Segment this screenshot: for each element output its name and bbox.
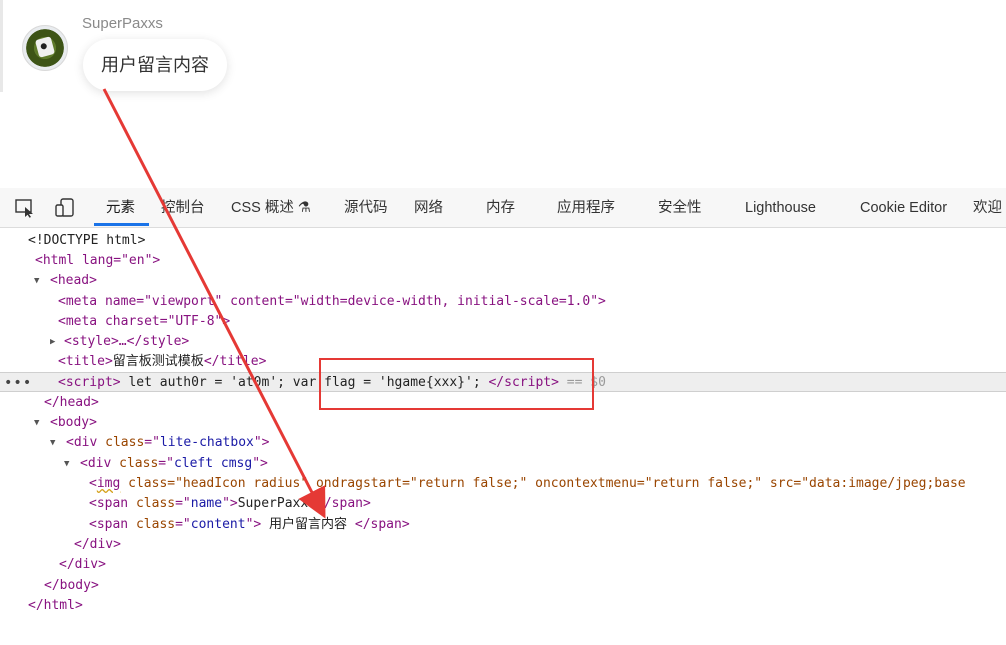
active-tab-indicator — [94, 223, 149, 226]
chat-message-bubble: 用户留言内容 — [83, 39, 227, 91]
span-name-tag: <span class="name">SuperPaxxs</span> — [89, 496, 371, 511]
dom-node-html-close[interactable]: </html> — [0, 596, 1006, 616]
script-content: let auth0r = 'at0m'; var flag = 'hgame{x… — [120, 375, 489, 390]
tab-memory[interactable]: 内存 — [486, 188, 515, 228]
tab-sources[interactable]: 源代码 — [344, 188, 388, 228]
tab-security[interactable]: 安全性 — [658, 188, 702, 228]
selected-node-marker: == $0 — [566, 375, 606, 390]
tab-application[interactable]: 应用程序 — [557, 188, 615, 228]
chat-username: SuperPaxxs — [82, 15, 163, 32]
dom-node-div-close[interactable]: </div> — [0, 535, 1006, 555]
html-open-tag: <html lang="en"> — [35, 253, 161, 268]
avatar — [22, 25, 68, 71]
tab-css-overview[interactable]: CSS 概述 ⚗ — [231, 188, 311, 228]
devtools-panel: 元素 控制台 CSS 概述 ⚗ 源代码 网络 内存 应用程序 安全性 Light… — [0, 188, 1006, 645]
dom-node-script-selected[interactable]: ••• <script> let auth0r = 'at0m'; var fl… — [0, 372, 1006, 392]
dom-node-span-content[interactable]: <span class="content"> 用户留言内容 </span> — [0, 515, 1006, 535]
span-content-class: content — [190, 517, 246, 532]
html-close-tag: </html> — [28, 598, 83, 613]
dom-node-body[interactable]: ▼ <body> — [0, 413, 1006, 433]
img-attributes: class="headIcon radius" ondragstart="ret… — [128, 476, 966, 491]
meta-viewport-tag: <meta name="viewport" content="width=dev… — [58, 294, 606, 309]
tab-welcome[interactable]: 欢迎 — [973, 188, 1002, 228]
tab-console[interactable]: 控制台 — [161, 188, 205, 228]
expand-triangle-icon[interactable]: ▼ — [64, 454, 74, 474]
tab-cookie-editor[interactable]: Cookie Editor — [860, 188, 947, 228]
chat-preview: SuperPaxxs 用户留言内容 — [0, 0, 1006, 190]
dom-node-meta-viewport[interactable]: <meta name="viewport" content="width=dev… — [0, 292, 1006, 312]
span-content-tag: <span class="content"> 用户留言内容 </span> — [89, 517, 410, 532]
dom-node-img[interactable]: <img class="headIcon radius" ondragstart… — [0, 474, 1006, 494]
title-text: 留言板测试模板 — [112, 354, 204, 369]
dom-node-div-close[interactable]: </div> — [0, 555, 1006, 575]
div-cleft-tag: <div class="cleft cmsg"> — [80, 456, 268, 471]
span-content-text: 用户留言内容 — [261, 517, 355, 532]
div-chatbox-class: lite-chatbox — [159, 435, 254, 450]
dom-node-div-cleft[interactable]: ▼ <div class="cleft cmsg"> — [0, 454, 1006, 474]
head-close-tag: </head> — [44, 395, 99, 410]
div-cleft-class: cleft cmsg — [173, 456, 253, 471]
tab-elements[interactable]: 元素 — [106, 188, 135, 228]
more-options-icon[interactable]: ••• — [4, 373, 32, 393]
div-close-tag: </div> — [74, 537, 121, 552]
style-tag: <style>…</style> — [64, 334, 190, 349]
tab-network[interactable]: 网络 — [414, 188, 443, 228]
expand-triangle-icon[interactable]: ▼ — [34, 413, 44, 433]
span-name-text: SuperPaxxs — [237, 496, 317, 511]
dom-node-head[interactable]: ▼ <head> — [0, 271, 1006, 291]
inspect-element-icon[interactable] — [14, 197, 36, 219]
body-open-tag: <body> — [50, 415, 97, 430]
script-element: <script> let auth0r = 'at0m'; var flag =… — [58, 375, 606, 390]
collapse-triangle-icon[interactable]: ▶ — [50, 332, 60, 352]
doctype-text: <!DOCTYPE html> — [28, 233, 146, 248]
body-close-tag: </body> — [44, 578, 99, 593]
device-toolbar-icon[interactable] — [54, 197, 76, 219]
div-chatbox-tag: <div class="lite-chatbox"> — [66, 435, 270, 450]
span-name-class: name — [190, 496, 223, 511]
dom-node-html[interactable]: <html lang="en"> — [0, 251, 1006, 271]
dom-node-head-close[interactable]: </head> — [0, 393, 1006, 413]
img-tag: <img class="headIcon radius" ondragstart… — [89, 476, 966, 491]
meta-charset-tag: <meta charset="UTF-8"> — [58, 314, 231, 329]
dom-tree: <!DOCTYPE html> <html lang="en"> ▼ <head… — [0, 231, 1006, 645]
expand-triangle-icon[interactable]: ▼ — [34, 271, 44, 291]
page-edge — [0, 0, 3, 92]
div-close-tag: </div> — [59, 557, 106, 572]
dom-node-span-name[interactable]: <span class="name">SuperPaxxs</span> — [0, 494, 1006, 514]
dom-node-title[interactable]: <title>留言板测试模板</title> — [0, 352, 1006, 372]
dom-node-style[interactable]: ▶ <style>…</style> — [0, 332, 1006, 352]
head-open-tag: <head> — [50, 273, 97, 288]
expand-triangle-icon[interactable]: ▼ — [50, 433, 60, 453]
dom-node-meta-charset[interactable]: <meta charset="UTF-8"> — [0, 312, 1006, 332]
dom-node-body-close[interactable]: </body> — [0, 576, 1006, 596]
dom-node-div-chatbox[interactable]: ▼ <div class="lite-chatbox"> — [0, 433, 1006, 453]
tab-lighthouse[interactable]: Lighthouse — [745, 188, 816, 228]
avatar-image — [34, 36, 56, 58]
title-element: <title>留言板测试模板</title> — [58, 354, 267, 369]
devtools-tabbar: 元素 控制台 CSS 概述 ⚗ 源代码 网络 内存 应用程序 安全性 Light… — [0, 188, 1006, 228]
dom-node-doctype[interactable]: <!DOCTYPE html> — [0, 231, 1006, 251]
